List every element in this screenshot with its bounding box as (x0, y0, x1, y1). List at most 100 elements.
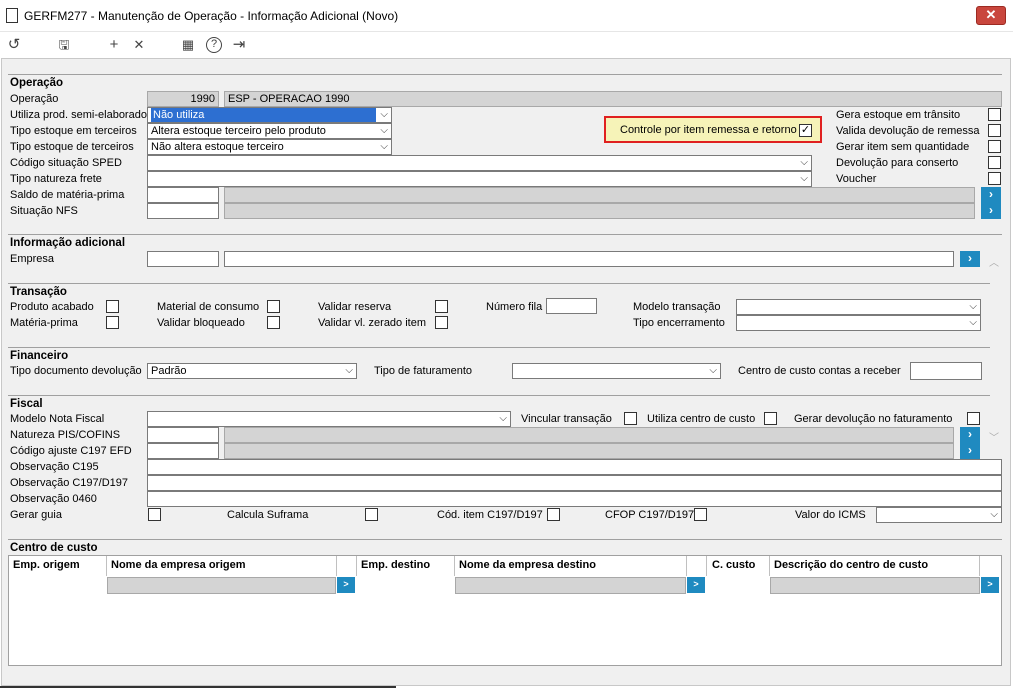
chevron-down-icon: ⌵ (969, 301, 977, 312)
fila-input[interactable] (546, 298, 597, 314)
close-button[interactable]: ✕ (976, 6, 1006, 25)
guia-label: Gerar guia (10, 509, 62, 521)
window-title: GERFM277 - Manutenção de Operação - Info… (24, 9, 399, 23)
tipo-estoque-de-label: Tipo estoque de terceiros (10, 141, 134, 153)
utiliza-checkbox[interactable] (764, 412, 777, 425)
suframa-checkbox[interactable] (365, 508, 378, 521)
controle-highlight: Controle por item remessa e retorno ✓ (604, 116, 822, 143)
gera-checkbox[interactable] (988, 108, 1001, 121)
natureza-pis-label: Natureza PIS/COFINS (10, 429, 121, 441)
modelo-nf-label: Modelo Nota Fiscal (10, 413, 105, 425)
vincular-checkbox[interactable] (624, 412, 637, 425)
materia-checkbox[interactable] (106, 316, 119, 329)
column-header[interactable]: Descrição do centro de custo (774, 559, 928, 571)
scroll-down-icon[interactable]: ﹀ (989, 429, 999, 444)
utiliza-label: Utiliza centro de custo (647, 413, 756, 425)
obs-c197-input[interactable] (147, 475, 1002, 491)
bloqueado-label: Validar bloqueado (157, 317, 245, 329)
obs-0460-input[interactable] (147, 491, 1002, 507)
save-icon[interactable]: 🖫 (54, 35, 74, 55)
saldo-lookup-button[interactable]: › (981, 187, 1001, 203)
guia-checkbox[interactable] (148, 508, 161, 521)
chevron-down-icon: ⌵ (345, 365, 353, 376)
obs-c195-input[interactable] (147, 459, 1002, 475)
section-transacao: Transação (10, 286, 67, 298)
column-header[interactable]: Nome da empresa origem (111, 559, 246, 571)
chevron-down-icon: ⌵ (380, 109, 388, 120)
exit-icon[interactable]: ⇥ (229, 35, 249, 55)
gerar-item-label: Gerar item sem quantidade (836, 141, 970, 153)
obs-c195-label: Observação C195 (10, 461, 99, 473)
sped-select[interactable]: ⌵ (147, 155, 812, 171)
ajuste-lookup-button[interactable]: › (960, 443, 980, 459)
produto-checkbox[interactable] (106, 300, 119, 313)
produto-label: Produto acabado (10, 301, 94, 313)
remove-icon[interactable]: ✕ (129, 35, 149, 55)
semi-select[interactable]: Não utiliza ⌵ (147, 107, 392, 123)
calendar-icon[interactable]: ▦ (178, 35, 198, 55)
tipo-doc-select[interactable]: Padrão ⌵ (147, 363, 357, 379)
column-header[interactable]: Emp. origem (13, 559, 80, 571)
zerado-checkbox[interactable] (435, 316, 448, 329)
voucher-checkbox[interactable] (988, 172, 1001, 185)
column-header[interactable]: Emp. destino (361, 559, 430, 571)
cfop-checkbox[interactable] (694, 508, 707, 521)
column-header[interactable]: Nome da empresa destino (459, 559, 596, 571)
column-divider (706, 556, 707, 576)
gera-label: Gera estoque em trânsito (836, 109, 961, 121)
divider (8, 74, 1002, 75)
empresa-desc (224, 251, 954, 267)
saldo-input[interactable] (147, 187, 219, 203)
cod-item-checkbox[interactable] (547, 508, 560, 521)
gerar-dev-label: Gerar devolução no faturamento (794, 413, 953, 425)
column-header[interactable]: C. custo (712, 559, 755, 571)
add-icon[interactable]: + (104, 35, 124, 55)
controle-checkbox[interactable]: ✓ (799, 124, 812, 137)
destino-lookup-button[interactable]: > (687, 577, 705, 593)
gerar-dev-checkbox[interactable] (967, 412, 980, 425)
semi-label: Utiliza prod. semi-elaborado (10, 109, 147, 121)
undo-icon[interactable]: ↺ (4, 35, 24, 55)
centro-lookup-button[interactable]: > (981, 577, 999, 593)
natureza-pis-lookup-button[interactable]: › (960, 427, 980, 443)
valida-checkbox[interactable] (988, 124, 1001, 137)
saldo-desc (224, 187, 975, 203)
fila-label: Número fila (486, 301, 543, 313)
icms-select[interactable]: ⌵ (876, 507, 1002, 523)
modelo-select[interactable]: ⌵ (736, 299, 981, 315)
centro-input[interactable] (910, 362, 982, 380)
section-centro: Centro de custo (10, 542, 98, 554)
section-info: Informação adicional (10, 237, 126, 249)
tipo-estoque-value: Altera estoque terceiro pelo produto (151, 125, 326, 137)
scroll-up-icon[interactable]: ︿ (989, 254, 999, 269)
materia-label: Matéria-prima (10, 317, 78, 329)
reserva-checkbox[interactable] (435, 300, 448, 313)
empresa-input[interactable] (147, 251, 219, 267)
nfs-lookup-button[interactable]: › (981, 203, 1001, 219)
natureza-select[interactable]: ⌵ (147, 171, 812, 187)
modelo-nf-select[interactable]: ⌵ (147, 411, 511, 427)
chevron-down-icon: ⌵ (990, 509, 998, 520)
nfs-input[interactable] (147, 203, 219, 219)
consumo-checkbox[interactable] (267, 300, 280, 313)
ajuste-input[interactable] (147, 443, 219, 459)
bloqueado-checkbox[interactable] (267, 316, 280, 329)
divider (8, 395, 990, 396)
empresa-lookup-button[interactable]: › (960, 251, 980, 267)
help-icon[interactable]: ? (206, 37, 222, 53)
saldo-label: Saldo de matéria-prima (10, 189, 125, 201)
tipo-doc-label: Tipo documento devolução (10, 365, 142, 377)
chevron-down-icon: ⌵ (709, 365, 717, 376)
natureza-pis-input[interactable] (147, 427, 219, 443)
obs-c197-label: Observação C197/D197 (10, 477, 129, 489)
tipo-estoque-de-select[interactable]: Não altera estoque terceiro ⌵ (147, 139, 392, 155)
sped-label: Código situação SPED (10, 157, 122, 169)
origem-lookup-button[interactable]: > (337, 577, 355, 593)
tipo-estoque-select[interactable]: Altera estoque terceiro pelo produto ⌵ (147, 123, 392, 139)
modelo-label: Modelo transação (633, 301, 721, 313)
gerar-item-checkbox[interactable] (988, 140, 1001, 153)
faturamento-select[interactable]: ⌵ (512, 363, 721, 379)
devolucao-checkbox[interactable] (988, 156, 1001, 169)
encerramento-select[interactable]: ⌵ (736, 315, 981, 331)
tipo-doc-value: Padrão (151, 365, 187, 377)
